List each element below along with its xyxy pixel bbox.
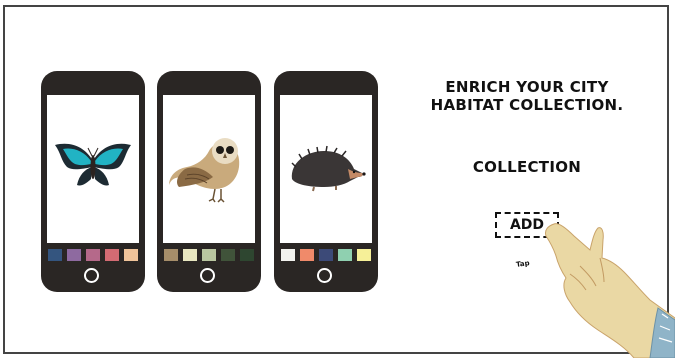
phone-mockup-hedgehog (274, 71, 378, 292)
headline-line-2: HABITAT COLLECTION. (430, 96, 624, 114)
color-swatch (86, 249, 100, 261)
color-swatch (48, 249, 62, 261)
pointing-hand-icon (545, 223, 675, 358)
collection-label: COLLECTION (472, 158, 582, 176)
color-swatch (319, 249, 333, 261)
color-swatch (183, 249, 197, 261)
color-swatch (357, 249, 371, 261)
phone-mockup-butterfly (41, 71, 145, 292)
phone-screen (280, 95, 372, 243)
phone-screen (163, 95, 255, 243)
owl-icon (169, 138, 240, 203)
color-swatch (124, 249, 138, 261)
hedgehog-icon (291, 145, 366, 192)
color-swatch (67, 249, 81, 261)
phone-mockup-owl (157, 71, 261, 292)
headline: ENRICH YOUR CITY HABITAT COLLECTION. (412, 78, 642, 114)
color-swatch (300, 249, 314, 261)
color-swatch (240, 249, 254, 261)
home-button (84, 268, 99, 283)
color-swatch (338, 249, 352, 261)
phone-screen (47, 95, 139, 243)
home-button (200, 268, 215, 283)
color-palette (48, 249, 138, 261)
butterfly-icon (55, 143, 131, 186)
color-swatch (164, 249, 178, 261)
color-swatch (105, 249, 119, 261)
headline-line-1: ENRICH YOUR CITY (445, 78, 609, 96)
color-swatch (202, 249, 216, 261)
color-swatch (281, 249, 295, 261)
color-palette (164, 249, 254, 261)
color-swatch (221, 249, 235, 261)
color-palette (281, 249, 371, 261)
home-button (317, 268, 332, 283)
